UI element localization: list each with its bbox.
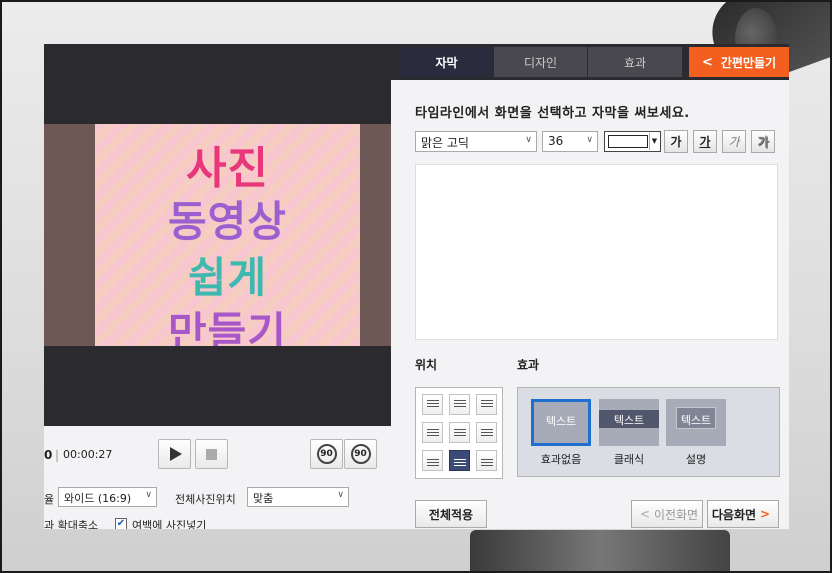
font-size-value: 36 — [548, 134, 564, 148]
ratio-label: 율 — [44, 493, 55, 506]
position-middle-right[interactable] — [476, 422, 497, 443]
apply-all-button[interactable]: 전체적용 — [415, 500, 487, 528]
effect-none-option[interactable]: 텍스트 — [531, 399, 591, 446]
font-family-select[interactable]: 맑은 고딕 ∨ — [415, 131, 537, 152]
tab-subtitle[interactable]: 자막 — [400, 47, 494, 77]
dropdown-arrow-icon: ▼ — [649, 133, 659, 150]
position-top-center[interactable] — [449, 394, 470, 415]
preview-title-line: 쉽게 — [187, 253, 268, 302]
shadow-style-button[interactable]: 가 — [751, 130, 775, 153]
position-bottom-left[interactable] — [422, 450, 443, 471]
next-screen-label: 다음화면 — [711, 507, 757, 522]
effect-classic-option[interactable]: 텍스트 — [599, 399, 659, 446]
effect-name: 설명 — [685, 453, 707, 466]
quick-make-label: 간편만들기 — [720, 55, 777, 70]
effect-section-label: 효과 — [517, 358, 540, 372]
rotate-left-button[interactable]: 90 — [344, 439, 377, 469]
stop-icon — [206, 448, 217, 460]
subtitle-panel: 자막 디자인 효과 < 간편만들기 타임라인에서 화면을 선택하고 자막을 써보… — [391, 44, 789, 529]
chevron-down-icon: ∨ — [525, 135, 532, 145]
zoom-label: 과 확대축소 — [44, 519, 99, 529]
time-current: 00:00:27 — [63, 448, 113, 461]
tab-bar: 자막 디자인 효과 < 간편만들기 — [391, 44, 789, 80]
fill-photo-checkbox[interactable]: ✔ — [115, 518, 127, 529]
zoom-row: 과 확대축소 ✔ 여백에 사진넣기 — [44, 516, 391, 529]
video-editor-window: 사진 동영상 쉽게 만들기 0 | 00:00:27 90 90 율 와이드 (… — [44, 44, 789, 529]
rotate-right-icon: 90 — [316, 444, 337, 464]
photo-position-select[interactable]: 맞춤 ∨ — [247, 487, 349, 507]
effect-preview-text: 텍스트 — [613, 414, 645, 427]
tab-effect[interactable]: 효과 — [588, 47, 683, 77]
effect-preview-text: 텍스트 — [545, 415, 577, 428]
previous-screen-button[interactable]: < 이전화면 — [631, 500, 703, 528]
position-section-label: 위치 — [415, 358, 438, 372]
subtitle-instruction: 타임라인에서 화면을 선택하고 자막을 써보세요. — [415, 106, 690, 121]
background-stand-object — [470, 530, 730, 573]
effect-options: 텍스트 효과없음 텍스트 클래식 텍스트 설명 — [517, 387, 780, 477]
chevron-left-icon: < — [701, 54, 713, 70]
photo-position-label: 전체사진위치 — [175, 493, 236, 506]
position-top-left[interactable] — [422, 394, 443, 415]
video-preview: 사진 동영상 쉽게 만들기 — [44, 44, 391, 426]
playback-bar: 0 | 00:00:27 90 90 — [44, 434, 391, 474]
time-separator: | — [55, 448, 60, 462]
effect-name: 클래식 — [613, 453, 645, 466]
ratio-row: 율 와이드 (16:9) ∨ 전체사진위치 맞춤 ∨ — [44, 487, 391, 509]
chevron-down-icon: ∨ — [586, 135, 593, 145]
chevron-down-icon: ∨ — [145, 490, 152, 500]
previous-screen-label: 이전화면 — [653, 507, 699, 522]
chevron-left-icon: < — [639, 507, 650, 521]
chevron-down-icon: ∨ — [337, 490, 344, 500]
underline-style-button[interactable]: 가 — [693, 130, 717, 153]
photo-position-value: 맞춤 — [253, 492, 274, 505]
chevron-right-icon: > — [760, 507, 771, 521]
stop-button[interactable] — [195, 439, 228, 469]
preview-frame: 사진 동영상 쉽게 만들기 — [95, 124, 360, 346]
quick-make-button[interactable]: < 간편만들기 — [689, 47, 789, 77]
position-bottom-right[interactable] — [476, 450, 497, 471]
effect-caption-option[interactable]: 텍스트 — [666, 399, 726, 446]
play-button[interactable] — [158, 439, 191, 469]
position-middle-center[interactable] — [449, 422, 470, 443]
position-top-right[interactable] — [476, 394, 497, 415]
position-grid — [415, 387, 503, 479]
color-swatch — [608, 135, 648, 148]
position-bottom-center[interactable] — [449, 450, 470, 471]
text-color-picker[interactable]: ▼ — [604, 131, 661, 152]
time-total-cut: 0 — [44, 448, 53, 462]
preview-title-line: 사진 — [186, 143, 269, 194]
effect-name: 효과없음 — [540, 453, 582, 466]
preview-title-line: 만들기 — [168, 308, 287, 346]
subtitle-text-input[interactable] — [415, 164, 778, 340]
fill-photo-label: 여백에 사진넣기 — [132, 519, 207, 529]
ratio-select[interactable]: 와이드 (16:9) ∨ — [58, 487, 157, 507]
bold-style-button[interactable]: 가 — [664, 130, 688, 153]
next-screen-button[interactable]: 다음화면 > — [707, 500, 779, 528]
position-middle-left[interactable] — [422, 422, 443, 443]
italic-style-button[interactable]: 가 — [722, 130, 746, 153]
effect-preview-text: 텍스트 — [680, 414, 712, 427]
preview-panel: 사진 동영상 쉽게 만들기 0 | 00:00:27 90 90 율 와이드 (… — [44, 44, 391, 529]
play-icon — [170, 447, 182, 461]
rotate-left-icon: 90 — [350, 444, 371, 464]
preview-title-line: 동영상 — [168, 197, 287, 246]
font-size-select[interactable]: 36 ∨ — [542, 131, 598, 152]
font-family-value: 맑은 고딕 — [421, 136, 469, 150]
rotate-right-button[interactable]: 90 — [310, 439, 343, 469]
tab-design[interactable]: 디자인 — [494, 47, 588, 77]
ratio-select-value: 와이드 (16:9) — [64, 492, 132, 505]
